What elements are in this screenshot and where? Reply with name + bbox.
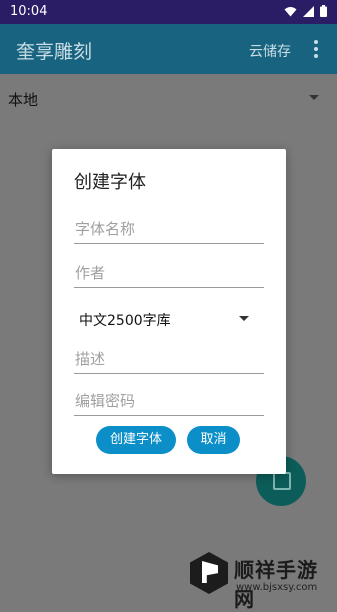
location-selector[interactable]: 本地 <box>0 84 337 114</box>
app-title: 奎享雕刻 <box>16 41 93 63</box>
author-field[interactable]: 作者 <box>74 259 264 288</box>
watermark-url: www.bjsxsy.com <box>236 582 318 593</box>
description-field[interactable]: 描述 <box>74 345 264 374</box>
status-icons <box>284 5 327 17</box>
watermark: 顺祥手游网 www.bjsxsy.com <box>190 552 335 611</box>
more-vert-icon[interactable] <box>311 38 321 60</box>
charset-selected-value: 中文2500字库 <box>79 313 171 329</box>
dialog-title: 创建字体 <box>74 172 146 193</box>
font-name-placeholder: 字体名称 <box>75 220 136 238</box>
charset-select[interactable]: 中文2500字库 <box>74 304 264 332</box>
font-name-field[interactable]: 字体名称 <box>74 215 264 244</box>
edit-password-field[interactable]: 编辑密码 <box>74 387 264 416</box>
chevron-down-icon <box>239 316 249 321</box>
app-bar: 奎享雕刻 云储存 <box>0 24 337 74</box>
battery-icon <box>320 5 327 17</box>
signal-icon <box>303 5 314 17</box>
author-placeholder: 作者 <box>75 264 106 282</box>
create-font-button[interactable]: 创建字体 <box>96 426 176 454</box>
status-bar: 10:04 <box>0 0 337 24</box>
create-font-dialog: 创建字体 字体名称 作者 中文2500字库 描述 编辑密码 创建字体 取消 <box>52 149 286 474</box>
description-placeholder: 描述 <box>75 350 106 368</box>
cloud-storage-button[interactable]: 云储存 <box>249 41 291 61</box>
add-file-icon <box>273 472 291 490</box>
edit-password-placeholder: 编辑密码 <box>75 392 136 410</box>
cancel-button[interactable]: 取消 <box>187 426 240 454</box>
dropdown-arrow-icon <box>309 95 319 100</box>
watermark-logo-icon <box>190 552 228 594</box>
location-value: 本地 <box>8 91 39 109</box>
status-time: 10:04 <box>10 4 48 19</box>
wifi-icon <box>284 6 297 16</box>
